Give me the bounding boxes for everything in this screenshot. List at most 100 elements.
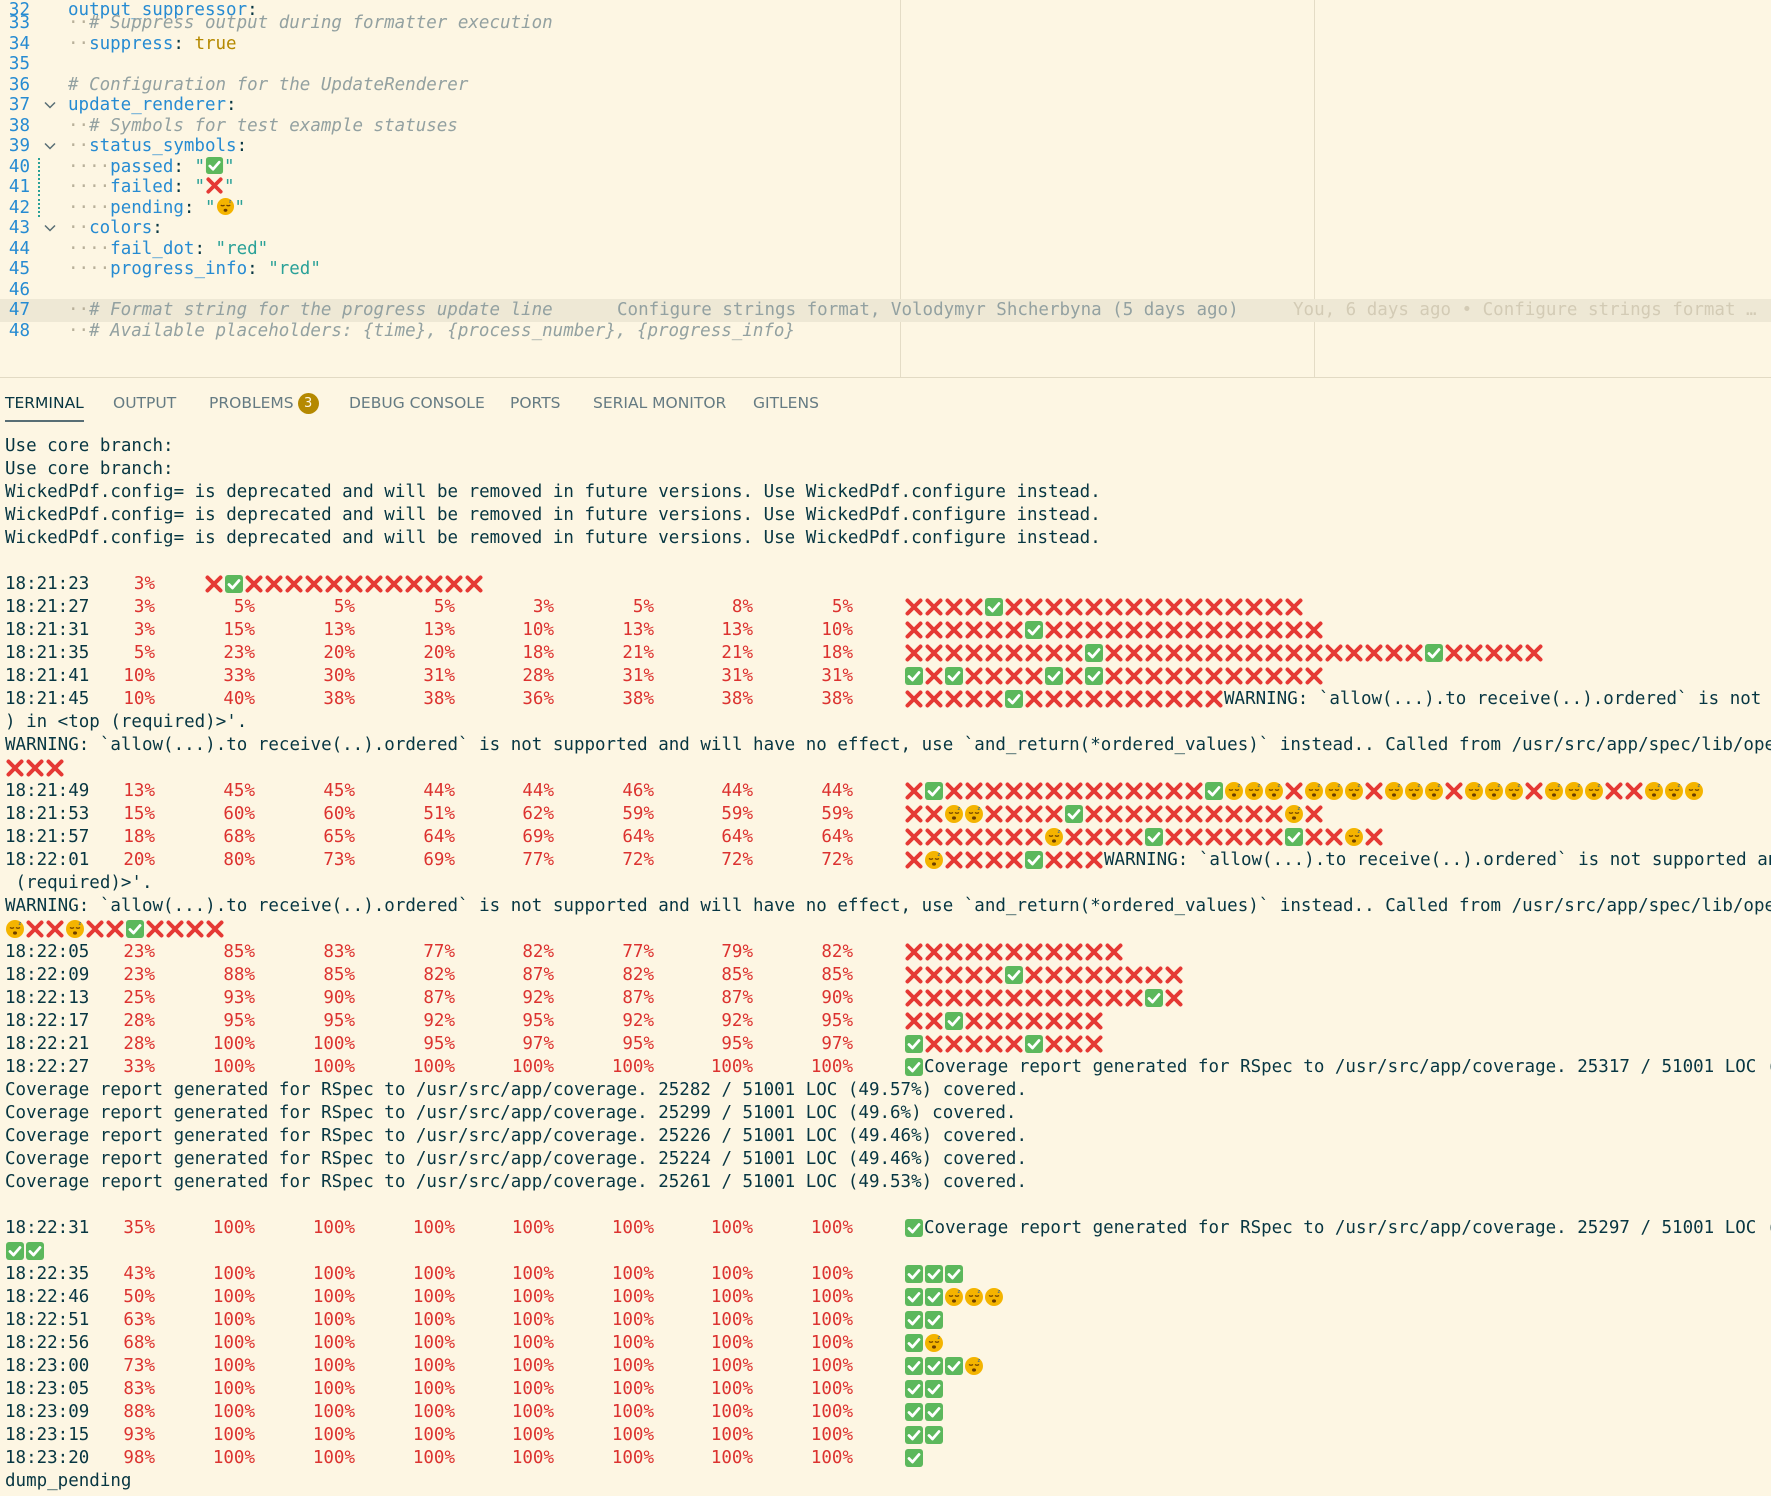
code-line[interactable]: 43 ··colors: — [0, 217, 1771, 240]
svg-text:z: z — [1498, 783, 1501, 789]
process-progress: 100% — [312, 1356, 355, 1376]
git-blame-annotation[interactable]: Configure strings format, Volodymyr Shch… — [617, 299, 1239, 322]
cross-mark-emoji — [925, 943, 943, 961]
cross-mark-emoji — [1105, 690, 1123, 708]
fold-chevron[interactable] — [43, 95, 59, 115]
progress-time: 18:23:05 — [5, 1379, 90, 1399]
process-progress: 100% — [412, 1057, 455, 1077]
inline-output: Coverage report generated for RSpec to /… — [924, 1057, 1771, 1077]
check-mark-button-emoji — [925, 1357, 943, 1375]
cross-mark-emoji — [945, 782, 963, 800]
code-text: ····failed: " " — [68, 176, 235, 199]
code-line[interactable]: 33 ··# Suppress output during formatter e… — [0, 12, 1771, 35]
code-line[interactable]: 37 update_renderer: — [0, 94, 1771, 117]
process-progress: 95% — [223, 1011, 255, 1031]
cross-mark-emoji — [1065, 943, 1083, 961]
process-progress: 85% — [721, 965, 753, 985]
sleeping-face-emoji: z — [945, 805, 963, 823]
process-progress: 77% — [522, 850, 554, 870]
tab-ports[interactable]: PORTS — [510, 378, 561, 420]
chevron-down-icon — [44, 101, 56, 109]
process-progress: 92% — [423, 1011, 455, 1031]
process-progress: 90% — [821, 988, 853, 1008]
code-line[interactable]: 48 ··# Available placeholders: {time}, {p… — [0, 320, 1771, 343]
progress-time: 18:21:41 — [5, 666, 90, 686]
process-progress: 38% — [821, 689, 853, 709]
process-progress: 13% — [622, 620, 654, 640]
process-progress: 80% — [223, 850, 255, 870]
check-mark-button-emoji — [925, 1380, 943, 1398]
terminal-output[interactable]: Use core branch: Use core branch: WickedPd… — [0, 422, 1771, 1496]
cross-mark-emoji — [925, 644, 943, 662]
process-progress: 100% — [412, 1448, 455, 1468]
tab-problems[interactable]: PROBLEMS 3 — [209, 378, 319, 420]
progress-time: 18:23:00 — [5, 1356, 90, 1376]
process-progress: 10% — [522, 620, 554, 640]
svg-text:z: z — [998, 1289, 1001, 1295]
cross-mark-emoji — [1205, 828, 1223, 846]
process-progress: 13% — [123, 781, 155, 801]
cross-mark-emoji — [1085, 782, 1103, 800]
check-mark-button-emoji — [1145, 828, 1163, 846]
git-change-marker[interactable] — [38, 158, 40, 177]
process-progress: 3% — [133, 620, 155, 640]
git-change-marker[interactable] — [38, 178, 40, 197]
progress-row: 18:21:53 15% 60% 60% 51% 62% 59% 59% 59% z z z — [0, 803, 1771, 826]
process-progress: 68% — [123, 1333, 155, 1353]
code-line[interactable]: 47 ··# Format string for the progress upd… — [0, 299, 1771, 322]
tab-serial-monitor[interactable]: SERIAL MONITOR — [593, 378, 726, 420]
cross-mark-emoji — [925, 1035, 943, 1053]
code-line[interactable]: 39 ··status_symbols: — [0, 135, 1771, 158]
code-line[interactable]: 41 ····failed: " " — [0, 176, 1771, 199]
cross-mark-emoji — [1105, 621, 1123, 639]
process-progress: 31% — [423, 666, 455, 686]
fold-chevron[interactable] — [43, 136, 59, 156]
process-progress: 100% — [312, 1379, 355, 1399]
process-progress: 100% — [611, 1425, 654, 1445]
progress-row: 18:22:46 50% 100% 100% 100% 100% 100% 100% 100% z… — [0, 1286, 1771, 1309]
process-progress: 64% — [821, 827, 853, 847]
git-change-marker[interactable] — [38, 199, 40, 218]
check-mark-button-emoji — [1425, 644, 1443, 662]
tab-output[interactable]: OUTPUT — [113, 378, 176, 420]
tab-terminal[interactable]: TERMINAL — [5, 378, 84, 422]
process-progress: 15% — [223, 620, 255, 640]
cross-mark-emoji — [1045, 805, 1063, 823]
sleeping-face-emoji: z — [6, 920, 24, 938]
cross-mark-emoji — [1045, 851, 1063, 869]
status-symbols: zz — [5, 919, 225, 940]
cross-mark-emoji — [985, 989, 1003, 1007]
progress-time: 18:22:05 — [5, 942, 90, 962]
sleeping-face-emoji: z — [965, 1288, 983, 1306]
code-line[interactable]: 35 — [0, 53, 1771, 76]
cross-mark-emoji — [1005, 598, 1023, 616]
code-token: " — [234, 198, 246, 218]
process-progress: 18% — [821, 643, 853, 663]
process-progress: 100% — [511, 1218, 554, 1238]
tab-gitlens[interactable]: GITLENS — [753, 378, 819, 420]
process-progress: 64% — [721, 827, 753, 847]
cross-mark-emoji — [905, 598, 923, 616]
code-token: : — [236, 136, 248, 156]
process-progress: 38% — [323, 689, 355, 709]
sleeping-face-emoji: z — [1225, 782, 1243, 800]
cross-mark-emoji — [1125, 805, 1143, 823]
sleeping-face-emoji: z — [1325, 782, 1343, 800]
cross-mark-emoji — [1005, 644, 1023, 662]
svg-text:z: z — [1418, 783, 1421, 789]
cross-mark-emoji — [205, 575, 223, 593]
fold-chevron[interactable] — [43, 218, 59, 238]
process-progress: 5% — [632, 597, 654, 617]
tab-debug-console[interactable]: DEBUG CONSOLE — [349, 378, 485, 420]
cross-mark-emoji — [1285, 667, 1303, 685]
cross-mark-emoji — [1085, 690, 1103, 708]
gitlens-inline-blame[interactable]: You, 6 days ago • Configure strings form… — [1293, 299, 1757, 322]
process-progress: 69% — [423, 850, 455, 870]
code-line[interactable]: 45 ····progress_info: "red" — [0, 258, 1771, 281]
code-editor[interactable]: 32 output_suppressor: 33 ··# Suppress outpu… — [0, 0, 1771, 377]
sleeping-face-emoji: z — [1505, 782, 1523, 800]
code-text: ··# Suppress output during formatter exe… — [68, 12, 553, 35]
progress-row: 18:23:15 93% 100% 100% 100% 100% 100% 100% 100% — [0, 1424, 1771, 1447]
cross-mark-emoji — [1185, 690, 1203, 708]
check-mark-button-emoji — [1025, 851, 1043, 869]
